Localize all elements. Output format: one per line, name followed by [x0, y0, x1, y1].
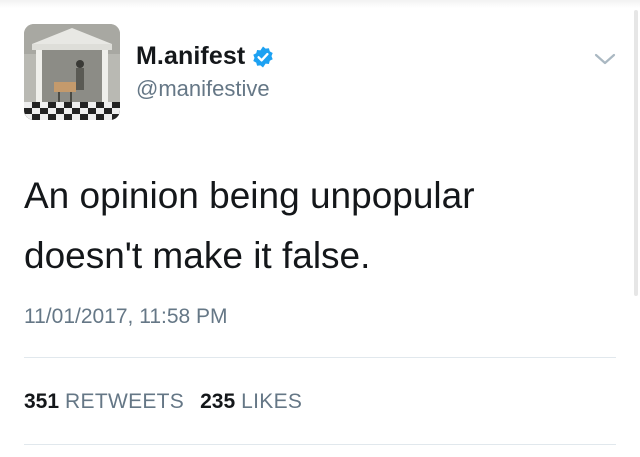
avatar[interactable]: [24, 24, 120, 120]
display-name[interactable]: M.anifest: [136, 42, 245, 71]
verified-badge-icon: [253, 46, 273, 67]
chevron-down-icon[interactable]: [594, 52, 616, 66]
scrollbar[interactable]: [634, 10, 638, 296]
retweets-stat[interactable]: 351 RETWEETS: [24, 390, 184, 414]
tweet-text-line-1: An opinion being unpopular: [24, 175, 475, 216]
like-count: 235: [200, 390, 236, 413]
tweet-text: An opinion being unpopular doesn't make …: [24, 166, 584, 286]
retweet-label: RETWEETS: [65, 390, 185, 413]
tweet-timestamp[interactable]: 11/01/2017, 11:58 PM: [24, 305, 228, 329]
tweet-text-line-2: doesn't make it false.: [24, 235, 371, 276]
like-label: LIKES: [241, 390, 303, 413]
retweet-count: 351: [24, 390, 60, 413]
author-name-row[interactable]: M.anifest: [136, 42, 275, 71]
divider-bottom: [24, 444, 616, 445]
likes-stat[interactable]: 235 LIKES: [200, 390, 302, 414]
user-handle[interactable]: @manifestive: [136, 76, 270, 102]
tweet-stats: 351 RETWEETS 235 LIKES: [24, 390, 318, 414]
divider: [24, 357, 616, 358]
tweet-card: M.anifest @manifestive An opinion being …: [0, 0, 640, 457]
